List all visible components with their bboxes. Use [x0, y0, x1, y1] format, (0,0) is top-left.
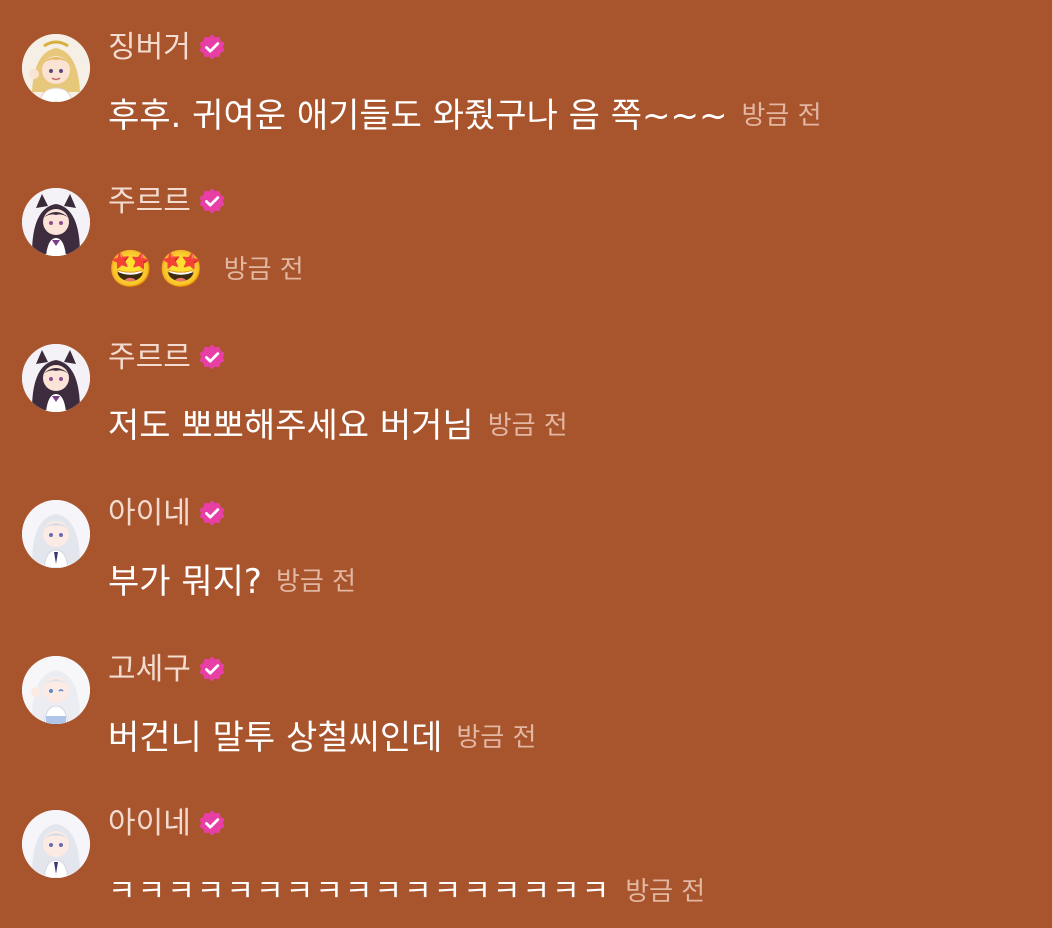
- verified-badge-icon: [197, 655, 227, 685]
- chat-message: 고세구 버건니 말투 상철씨인데 방금 전: [22, 648, 1032, 788]
- chat-message: 아이네 부가 뭐지? 방금 전: [22, 492, 1032, 632]
- verified-badge-icon: [197, 33, 227, 63]
- verified-badge-icon: [197, 499, 227, 529]
- user-name[interactable]: 주르르: [108, 180, 191, 224]
- message-time: 방금 전: [487, 411, 568, 441]
- user-name[interactable]: 고세구: [108, 648, 191, 692]
- avatar-white-hair-icon: [22, 656, 90, 724]
- avatar-silver-hair-icon: [22, 810, 90, 878]
- message-time: 방금 전: [625, 877, 706, 907]
- avatar-dark-hair-cat-ears-icon: [22, 344, 90, 412]
- message-time: 방금 전: [223, 255, 304, 285]
- chat-message: 주르르 🤩🤩 방금 전: [22, 180, 1032, 320]
- message-time: 방금 전: [456, 723, 537, 753]
- message-time: 방금 전: [275, 567, 357, 597]
- message-text: 후후. 귀여운 애기들도 와줬구나 음 쪽~~~: [108, 96, 728, 136]
- avatar-silver-hair-icon: [22, 500, 90, 568]
- avatar-blonde-girl-icon: [22, 34, 90, 102]
- verified-badge-icon: [197, 809, 227, 839]
- message-text: 저도 뽀뽀해주세요 버거님: [108, 406, 474, 446]
- avatar[interactable]: [22, 500, 90, 568]
- user-name[interactable]: 아이네: [108, 802, 191, 846]
- verified-badge-icon: [197, 187, 227, 217]
- chat-list: 징버거 후후. 귀여운 애기들도 와줬구나 음 쪽~~~ 방금 전 주르르 🤩🤩…: [0, 0, 1052, 928]
- avatar[interactable]: [22, 810, 90, 878]
- avatar[interactable]: [22, 188, 90, 256]
- avatar[interactable]: [22, 34, 90, 102]
- chat-message: 징버거 후후. 귀여운 애기들도 와줬구나 음 쪽~~~ 방금 전: [22, 26, 1032, 166]
- avatar[interactable]: [22, 344, 90, 412]
- user-name[interactable]: 주르르: [108, 336, 191, 380]
- verified-badge-icon: [197, 343, 227, 373]
- message-text: 버건니 말투 상철씨인데: [108, 718, 443, 758]
- avatar[interactable]: [22, 656, 90, 724]
- chat-message: 아이네 ㅋㅋㅋㅋㅋㅋㅋㅋㅋㅋㅋㅋㅋㅋㅋㅋㅋ 방금 전: [22, 802, 1032, 928]
- message-text: ㅋㅋㅋㅋㅋㅋㅋㅋㅋㅋㅋㅋㅋㅋㅋㅋㅋ: [108, 874, 612, 909]
- message-text: 🤩🤩: [108, 249, 210, 290]
- user-name[interactable]: 징버거: [108, 26, 191, 70]
- avatar-dark-hair-cat-ears-icon: [22, 188, 90, 256]
- user-name[interactable]: 아이네: [108, 492, 191, 536]
- message-text: 부가 뭐지?: [108, 562, 262, 602]
- chat-message: 주르르 저도 뽀뽀해주세요 버거님 방금 전: [22, 336, 1032, 476]
- message-time: 방금 전: [741, 101, 822, 131]
